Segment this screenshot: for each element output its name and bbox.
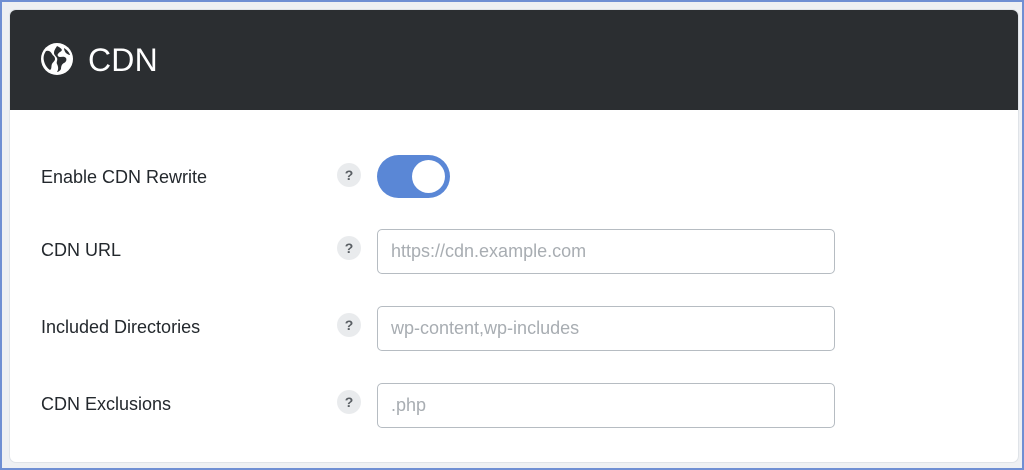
included-directories-help-icon[interactable]: ? bbox=[337, 313, 361, 337]
toggle-knob bbox=[412, 160, 445, 193]
cdn-exclusions-label: CDN Exclusions bbox=[41, 394, 172, 414]
globe-icon bbox=[40, 42, 74, 76]
enable-cdn-rewrite-label: Enable CDN Rewrite bbox=[41, 167, 208, 187]
enable-cdn-rewrite-toggle[interactable] bbox=[377, 155, 450, 198]
screenshot-frame: CDN Enable CDN Rewrite ? CDN URL ? Inclu… bbox=[0, 0, 1024, 470]
cdn-exclusions-input[interactable] bbox=[377, 383, 835, 428]
included-directories-label: Included Directories bbox=[41, 317, 201, 337]
cdn-url-help-icon[interactable]: ? bbox=[337, 236, 361, 260]
cdn-url-input[interactable] bbox=[377, 229, 835, 274]
enable-cdn-rewrite-help-icon[interactable]: ? bbox=[337, 163, 361, 187]
included-directories-input[interactable] bbox=[377, 306, 835, 351]
cdn-url-label: CDN URL bbox=[41, 240, 122, 260]
panel-title: CDN bbox=[88, 42, 158, 78]
panel-header: CDN bbox=[10, 10, 1018, 110]
cdn-exclusions-help-icon[interactable]: ? bbox=[337, 390, 361, 414]
cdn-settings-panel: CDN Enable CDN Rewrite ? CDN URL ? Inclu… bbox=[10, 10, 1018, 462]
